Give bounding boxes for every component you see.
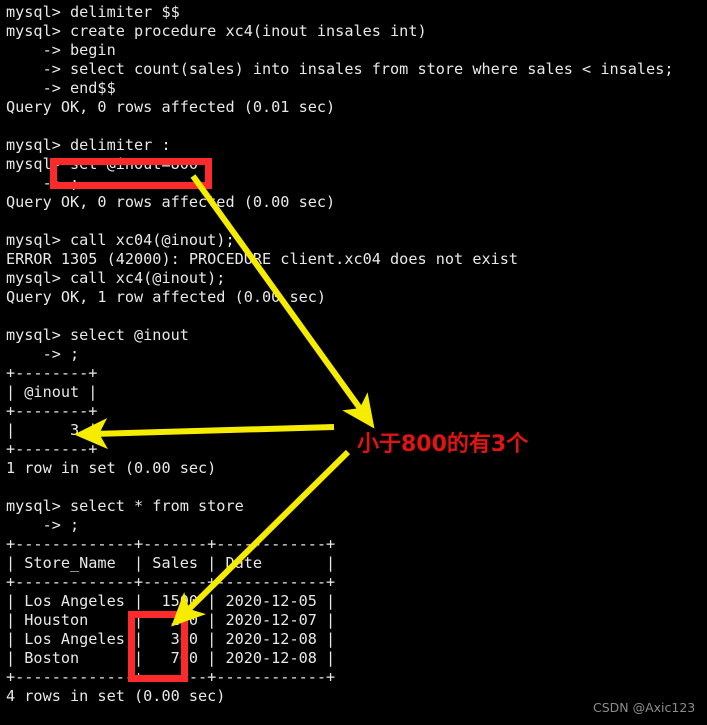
terminal-line: -> end$$ [6, 79, 116, 97]
terminal-line: | Houston | 250 | 2020-12-07 | [6, 611, 336, 629]
terminal-line: | Boston | 700 | 2020-12-08 | [6, 649, 336, 667]
terminal-line: mysql> delimiter : [6, 136, 171, 154]
terminal-line: -> select count(sales) into insales from… [6, 60, 674, 78]
terminal-line: mysql> call xc04(@inout); [6, 231, 235, 249]
terminal-line: | Los Angeles | 1500 | 2020-12-05 | [6, 592, 336, 610]
terminal-line: mysql> create procedure xc4(inout insale… [6, 22, 427, 40]
terminal-line: | @inout | [6, 383, 98, 401]
terminal-line: 1 row in set (0.00 sec) [6, 459, 217, 477]
terminal-line: -> begin [6, 41, 116, 59]
terminal-line: | Store_Name | Sales | Date | [6, 554, 336, 572]
terminal-window[interactable]: mysql> delimiter $$ mysql> create procedu… [0, 0, 707, 725]
terminal-line: ERROR 1305 (42000): PROCEDURE client.xc0… [6, 250, 519, 268]
terminal-line: +-------------+-------+------------+ [6, 535, 336, 553]
watermark: CSDN @Axic123 [593, 700, 696, 715]
terminal-line: mysql> select * from store [6, 497, 244, 515]
terminal-line: +--------+ [6, 364, 98, 382]
terminal-line: mysql> select @inout [6, 326, 189, 344]
terminal-line: +-------------+-------+------------+ [6, 573, 336, 591]
terminal-line: +--------+ [6, 402, 98, 420]
terminal-line: Query OK, 0 rows affected (0.01 sec) [6, 98, 336, 116]
terminal-line: Query OK, 0 rows affected (0.00 sec) [6, 193, 336, 211]
terminal-line: Query OK, 1 row affected (0.00 sec) [6, 288, 327, 306]
terminal-line: mysql> delimiter $$ [6, 3, 180, 21]
set-statement-highlight-box [50, 158, 212, 189]
sales-values-highlight-box [128, 611, 188, 682]
annotation-note: 小于800的有3个 [357, 432, 529, 457]
terminal-line: | Los Angeles | 300 | 2020-12-08 | [6, 630, 336, 648]
terminal-line: +-------------+-------+------------+ [6, 668, 336, 686]
terminal-line: | 3 | [6, 421, 98, 439]
terminal-line: mysql> call xc4(@inout); [6, 269, 226, 287]
terminal-output: mysql> delimiter $$ mysql> create procedu… [6, 3, 706, 706]
terminal-line: -> ; [6, 345, 80, 363]
terminal-line: -> ; [6, 516, 80, 534]
terminal-line: +--------+ [6, 440, 98, 458]
